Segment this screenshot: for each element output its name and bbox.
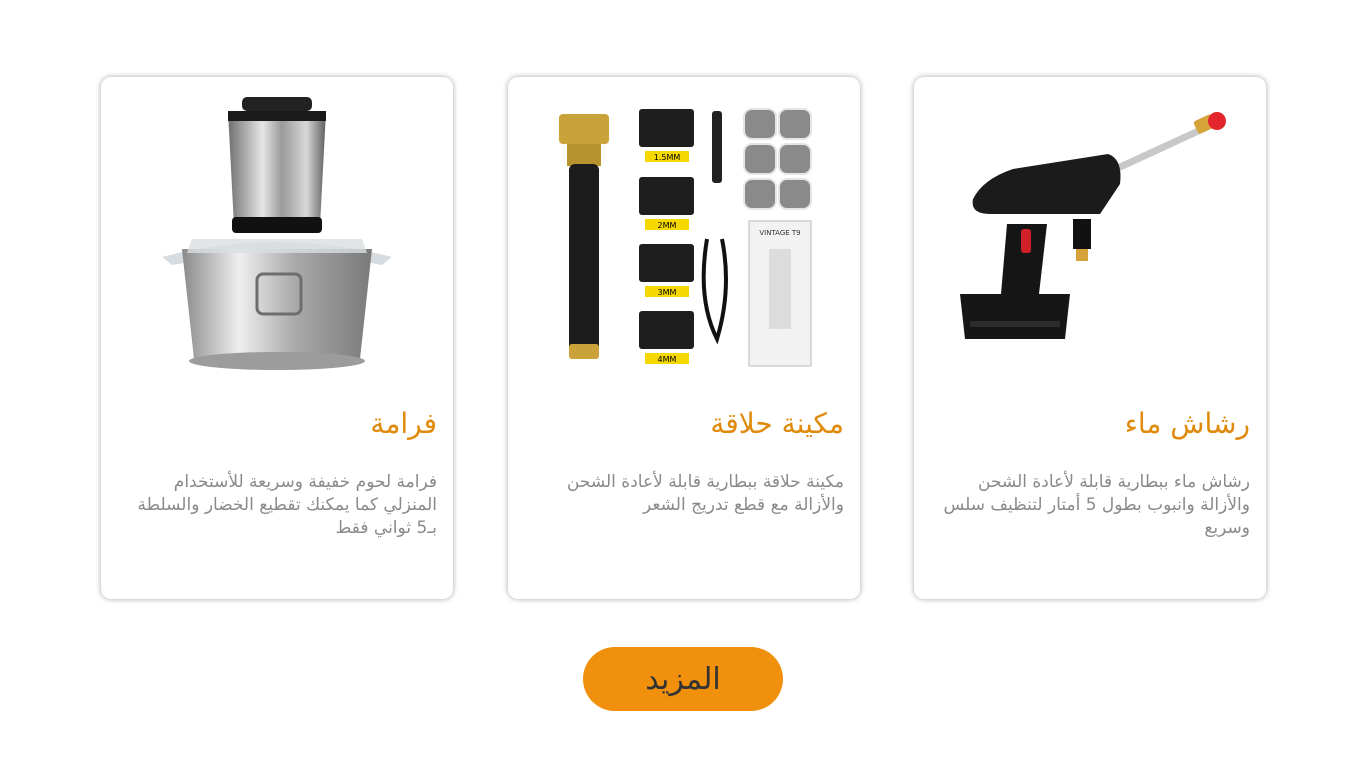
- water-sprayer-image: [944, 89, 1236, 379]
- product-description: مكينة حلاقة ببطارية قابلة لأعادة الشحن و…: [566, 472, 844, 515]
- guard-label: 3MM: [658, 288, 677, 297]
- hair-clipper-image: 1.5MM 2MM 3MM 4MM VINTAGE T9: [538, 89, 830, 379]
- product-card-sprayer[interactable]: رشاش ماء رشاش ماء ببطارية قابلة لأعادة ا…: [914, 77, 1266, 599]
- guard-label: 4MM: [658, 355, 677, 364]
- more-button[interactable]: المزيد: [583, 647, 783, 711]
- product-card-clipper[interactable]: 1.5MM 2MM 3MM 4MM VINTAGE T9 مكينة حلاقة…: [508, 77, 860, 599]
- product-card-grinder[interactable]: فرامة فرامة لحوم خفيفة وسريعة للأستخدام …: [101, 77, 453, 599]
- product-title: مكينة حلاقة: [710, 407, 844, 440]
- product-title: رشاش ماء: [1124, 407, 1250, 440]
- guard-label: 1.5MM: [654, 153, 681, 162]
- product-description: رشاش ماء ببطارية قابلة لأعادة الشحن والأ…: [943, 472, 1250, 538]
- meat-grinder-image: [131, 89, 423, 379]
- product-title: فرامة: [370, 407, 437, 440]
- product-description: فرامة لحوم خفيفة وسريعة للأستخدام المنزل…: [137, 472, 437, 538]
- box-label: VINTAGE T9: [759, 229, 800, 237]
- guard-label: 2MM: [658, 221, 677, 230]
